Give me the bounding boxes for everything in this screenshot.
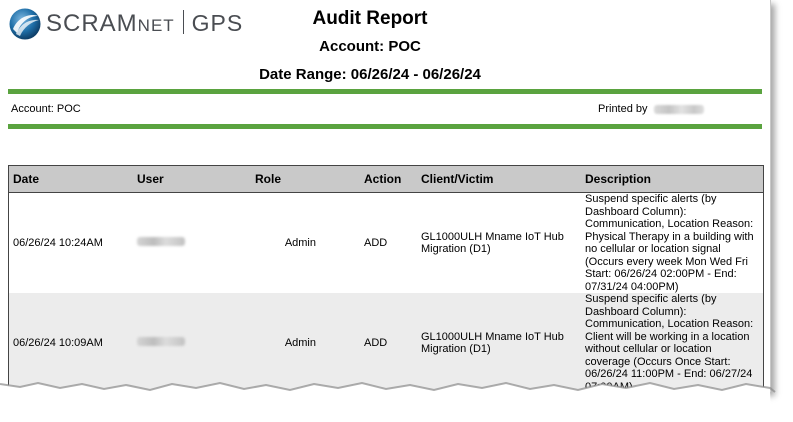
header-date: Date	[8, 165, 133, 193]
redacted-user-name	[137, 236, 185, 246]
header-description: Description	[581, 165, 764, 193]
header-user: User	[133, 165, 251, 193]
cell-date: 06/26/24 10:24AM	[8, 192, 133, 293]
cell-action: ADD	[360, 192, 417, 293]
green-divider-bottom	[8, 124, 762, 129]
redacted-printer-name	[653, 104, 704, 114]
cell-client: GL1000ULH Mname IoT Hub Migration (D1)	[417, 192, 581, 293]
cell-role: Admin	[251, 192, 360, 293]
torn-paper-edge	[0, 381, 776, 422]
header-action: Action	[360, 165, 417, 193]
report-account: Account: POC	[319, 38, 421, 55]
audit-table: Date User Role Action Client/Victim Desc…	[8, 165, 764, 394]
header-client-victim: Client/Victim	[417, 165, 581, 193]
redacted-user-name	[137, 336, 185, 346]
green-divider-top	[8, 89, 762, 94]
table-header-row: Date User Role Action Client/Victim Desc…	[8, 165, 764, 193]
cell-description: Suspend specific alerts (by Dashboard Co…	[581, 192, 764, 293]
report-date-range: Date Range: 06/26/24 - 06/26/24	[259, 66, 481, 83]
header-role: Role	[251, 165, 360, 193]
printed-by-label: Printed by	[598, 103, 648, 115]
report-page: SCRAMNET GPS Audit Report Account: POC Da…	[0, 0, 771, 394]
cell-user	[133, 192, 251, 293]
report-title: Audit Report	[312, 8, 428, 29]
meta-account: Account: POC	[11, 103, 81, 115]
table-row: 06/26/24 10:24AM Admin ADD GL1000ULH Mna…	[8, 192, 764, 293]
meta-printed-by: Printed by	[598, 103, 704, 115]
